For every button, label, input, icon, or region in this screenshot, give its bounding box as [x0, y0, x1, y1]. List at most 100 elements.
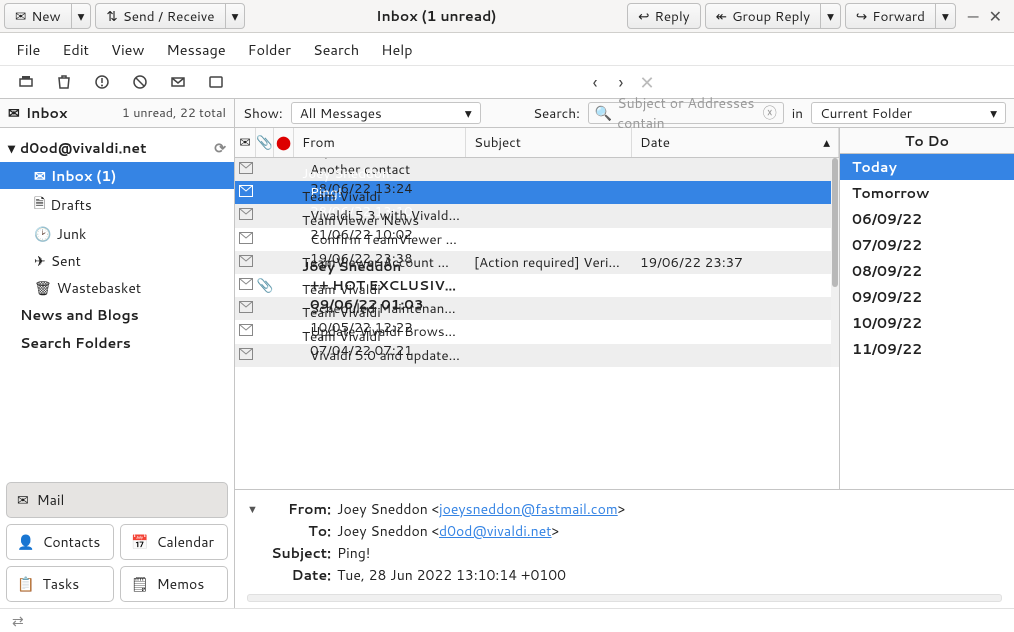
col-date[interactable]: Date▴: [632, 128, 839, 157]
account-node[interactable]: ▾ d0od@vivaldi.net ⟳: [0, 134, 234, 162]
stop-button[interactable]: ✕: [634, 69, 660, 95]
menu-view[interactable]: View: [101, 35, 154, 64]
not-junk-icon[interactable]: [128, 70, 152, 94]
forward-button[interactable]: ↪Forward: [845, 3, 935, 29]
folder-sent[interactable]: ✈Sent: [0, 247, 234, 274]
reply-button[interactable]: ↩Reply: [627, 3, 701, 29]
sidebar-header: ✉ Inbox 1 unread, 22 total: [0, 99, 234, 128]
menu-search[interactable]: Search: [303, 35, 369, 64]
folder-junk[interactable]: 🕑Junk: [0, 220, 234, 247]
col-subject[interactable]: Subject: [466, 128, 632, 157]
statusbar: ⇄: [0, 608, 1014, 632]
print-icon[interactable]: [14, 70, 38, 94]
date-cell: 03/12/21 09:38: [302, 365, 458, 367]
chevron-down-icon: ▾: [990, 104, 997, 123]
preview-from-value: Joey Sneddon <joeysneddon@fastmail.com>: [337, 499, 625, 519]
mark-read-icon[interactable]: [166, 70, 190, 94]
todo-item[interactable]: 07/09/22: [840, 232, 1014, 258]
todo-item[interactable]: 09/09/22: [840, 284, 1014, 310]
group-reply-button[interactable]: ↞Group Reply: [705, 3, 820, 29]
switcher-tasks[interactable]: 📋Tasks: [6, 566, 114, 602]
search-label: Search:: [533, 104, 580, 123]
menu-edit[interactable]: Edit: [52, 35, 99, 64]
forward-icon: ↪: [856, 7, 867, 26]
col-flag[interactable]: ⬤: [274, 128, 294, 157]
junk-icon[interactable]: [90, 70, 114, 94]
close-button[interactable]: ✕: [989, 5, 1002, 28]
message-list-header: ✉ 📎 ⬤ From Subject Date▴: [235, 128, 839, 158]
new-button[interactable]: ✉ New: [4, 3, 71, 29]
todo-item[interactable]: 10/09/22: [840, 310, 1014, 336]
preview-collapse-toggle[interactable]: ▼: [247, 498, 265, 586]
inbox-icon: ✉: [34, 166, 46, 186]
refresh-icon[interactable]: ⟳: [214, 138, 226, 158]
tree-search-folders[interactable]: Search Folders: [0, 329, 234, 357]
subject-cell: [Action required] Verify…: [466, 253, 632, 272]
folder-drafts[interactable]: 🗎Drafts: [0, 189, 234, 220]
back-button[interactable]: ‹: [582, 69, 608, 95]
status-icon: [235, 160, 256, 179]
todo-item[interactable]: 06/09/22: [840, 206, 1014, 232]
show-combo[interactable]: All Messages▾: [291, 102, 481, 124]
chevron-down-icon: ▾: [942, 7, 949, 26]
switcher-calendar[interactable]: 📅Calendar: [120, 524, 228, 560]
search-input[interactable]: 🔍 Subject or Addresses contain ⓧ: [588, 102, 784, 124]
send-receive-button[interactable]: ⇅ Send / Receive: [95, 3, 224, 29]
sent-icon: ✈: [34, 251, 46, 271]
preview-subject-label: Subject:: [265, 543, 331, 563]
chevron-down-icon: ▾: [827, 7, 834, 26]
sidebar-title: Inbox: [26, 103, 68, 123]
contacts-icon: 👤: [17, 532, 34, 552]
status-icon: [235, 299, 256, 318]
menu-help[interactable]: Help: [371, 35, 422, 64]
col-status[interactable]: ✉: [235, 128, 256, 157]
delete-icon[interactable]: [52, 70, 76, 94]
archive-icon[interactable]: [204, 70, 228, 94]
send-receive-dropdown[interactable]: ▾: [225, 3, 246, 29]
group-reply-dropdown[interactable]: ▾: [820, 3, 841, 29]
message-row[interactable]: TeamViewer News Confirm TeamViewer …19/0…: [235, 228, 831, 251]
message-row[interactable]: Team Vivaldi Vivaldi 5.0 and updates…03/…: [235, 344, 831, 367]
minimize-button[interactable]: —: [968, 5, 979, 28]
menu-folder[interactable]: Folder: [238, 35, 301, 64]
preview-date-label: Date:: [265, 565, 331, 585]
folder-wastebasket[interactable]: 🗑Wastebasket: [0, 274, 234, 301]
preview-from-email[interactable]: joeysneddon@fastmail.com: [439, 499, 618, 519]
chevron-down-icon: ▾: [465, 104, 472, 123]
calendar-icon: 📅: [131, 532, 148, 552]
switcher-mail[interactable]: ✉Mail: [6, 482, 228, 518]
new-dropdown[interactable]: ▾: [71, 3, 92, 29]
menu-file[interactable]: File: [6, 35, 50, 64]
todo-item[interactable]: 11/09/22: [840, 336, 1014, 362]
attachment-cell: 📎: [256, 276, 274, 295]
switcher-contacts[interactable]: 👤Contacts: [6, 524, 114, 560]
forward-dropdown[interactable]: ▾: [935, 3, 956, 29]
expand-icon: ▾: [8, 138, 15, 158]
menu-message[interactable]: Message: [156, 35, 235, 64]
clear-icon[interactable]: ⓧ: [763, 103, 777, 123]
window-title: Inbox (1 unread): [249, 6, 623, 26]
col-from[interactable]: From: [294, 128, 466, 157]
inbox-header-icon: ✉: [8, 103, 20, 123]
folder-inbox[interactable]: ✉Inbox (1): [0, 162, 234, 189]
chevron-down-icon: ▾: [78, 7, 85, 26]
drafts-icon: 🗎: [34, 193, 45, 217]
col-attachment[interactable]: 📎: [256, 128, 274, 157]
switcher-memos[interactable]: 🗒Memos: [120, 566, 228, 602]
status-icon: [235, 346, 256, 365]
todo-item[interactable]: Tomorrow: [840, 180, 1014, 206]
todo-header: To Do: [840, 128, 1014, 154]
sidebar: ✉ Inbox 1 unread, 22 total ▾ d0od@vivald…: [0, 99, 235, 608]
todo-item[interactable]: Today: [840, 154, 1014, 180]
todo-item[interactable]: 08/09/22: [840, 258, 1014, 284]
tree-news-blogs[interactable]: News and Blogs: [0, 301, 234, 329]
message-scrollbar[interactable]: [831, 158, 839, 367]
toolbar: ‹ › ✕: [0, 66, 1014, 99]
scope-combo[interactable]: Current Folder▾: [811, 102, 1006, 124]
online-status-icon[interactable]: ⇄: [12, 611, 24, 631]
preview-to-email[interactable]: d0od@vivaldi.net: [439, 521, 552, 541]
forward-nav-button[interactable]: ›: [608, 69, 634, 95]
preview-scrollbar[interactable]: [247, 594, 1002, 602]
chevron-down-icon: ▾: [232, 7, 239, 26]
send-receive-icon: ⇅: [106, 7, 117, 26]
